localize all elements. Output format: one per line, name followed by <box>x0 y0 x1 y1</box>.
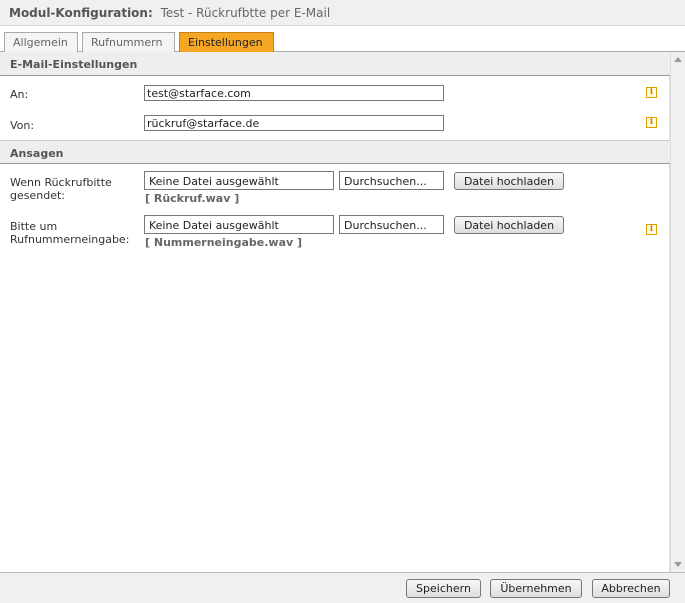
footer-bar: Speichern Übernehmen Abbrechen <box>0 572 685 603</box>
settings-panel: E-Mail-Einstellungen An: i Von: i Ansage… <box>0 52 670 572</box>
number-input-label-line2: Rufnummerneingabe: <box>10 233 130 246</box>
to-label: An: <box>10 88 29 101</box>
tab-allgemein[interactable]: Allgemein <box>4 32 78 52</box>
callback-file-input[interactable]: Keine Datei ausgewählt <box>144 171 334 190</box>
cancel-button[interactable]: Abbrechen <box>592 579 670 598</box>
page-title: Modul-Konfiguration: <box>9 6 153 20</box>
from-label: Von: <box>10 119 35 132</box>
tab-rufnummern[interactable]: Rufnummern <box>82 32 175 52</box>
info-icon[interactable]: i <box>646 87 657 98</box>
from-email-input[interactable] <box>144 115 444 131</box>
callback-sent-label-line1: Wenn Rückrufbitte <box>10 176 112 189</box>
page-subtitle: Test - Rückrufbtte per E-Mail <box>160 6 331 20</box>
number-current-file: [ Nummerneingabe.wav ] <box>145 236 303 249</box>
scroll-up-icon[interactable] <box>674 57 682 62</box>
tab-einstellungen[interactable]: Einstellungen <box>179 32 274 53</box>
info-icon[interactable]: i <box>646 117 657 128</box>
announcements-section-header: Ansagen <box>0 140 670 164</box>
tab-bar: Allgemein Rufnummern Einstellungen <box>0 26 685 53</box>
save-button[interactable]: Speichern <box>406 579 481 598</box>
number-file-input[interactable]: Keine Datei ausgewählt <box>144 215 334 234</box>
email-section-header: E-Mail-Einstellungen <box>0 52 670 76</box>
callback-current-file: [ Rückruf.wav ] <box>145 192 240 205</box>
to-email-input[interactable] <box>144 85 444 101</box>
vertical-scrollbar[interactable] <box>670 52 685 572</box>
number-browse-button[interactable]: Durchsuchen... <box>339 215 444 234</box>
number-input-label: Bitte um Rufnummerneingabe: <box>10 220 129 246</box>
callback-sent-label: Wenn Rückrufbitte gesendet: <box>10 176 112 202</box>
number-upload-button[interactable]: Datei hochladen <box>454 216 564 234</box>
callback-upload-button[interactable]: Datei hochladen <box>454 172 564 190</box>
title-bar: Modul-Konfiguration: Test - Rückrufbtte … <box>0 0 685 26</box>
apply-button[interactable]: Übernehmen <box>490 579 582 598</box>
info-icon[interactable]: i <box>646 224 657 235</box>
callback-sent-label-line2: gesendet: <box>10 189 65 202</box>
number-input-label-line1: Bitte um <box>10 220 58 233</box>
callback-browse-button[interactable]: Durchsuchen... <box>339 171 444 190</box>
scroll-down-icon[interactable] <box>674 562 682 567</box>
